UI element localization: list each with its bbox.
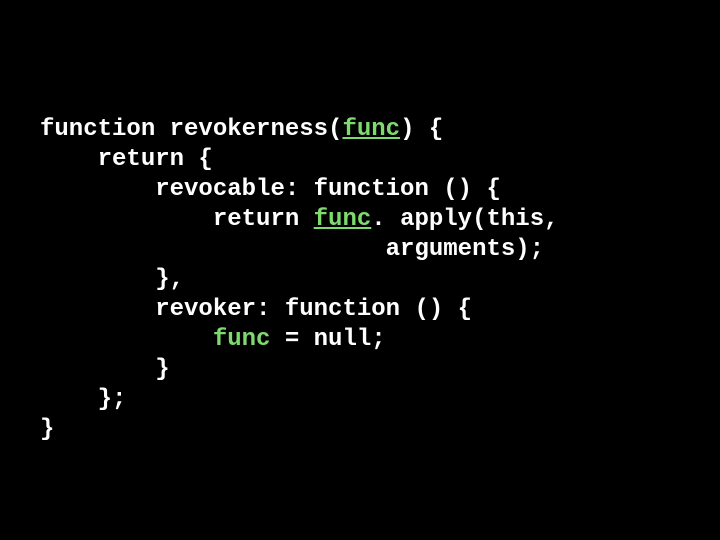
- code-line-6: },: [40, 266, 184, 293]
- ref-func-1: func: [314, 206, 372, 233]
- code-line-9: }: [40, 356, 170, 383]
- code-line-8: func = null;: [40, 326, 386, 353]
- code-line-4: return func. apply(this,: [40, 206, 573, 233]
- param-func: func: [342, 116, 400, 143]
- code-line-3: revocable: function () {: [40, 176, 501, 203]
- code-line-5: arguments);: [40, 236, 544, 263]
- code-line-10: };: [40, 386, 126, 413]
- code-line-7: revoker: function () {: [40, 296, 472, 323]
- code-line-11: }: [40, 416, 54, 443]
- code-line-1: function revokerness(func) {: [40, 116, 443, 143]
- code-snippet: function revokerness(func) { return { re…: [40, 115, 573, 445]
- ref-func-2: func: [213, 326, 271, 353]
- code-line-2: return {: [40, 146, 213, 173]
